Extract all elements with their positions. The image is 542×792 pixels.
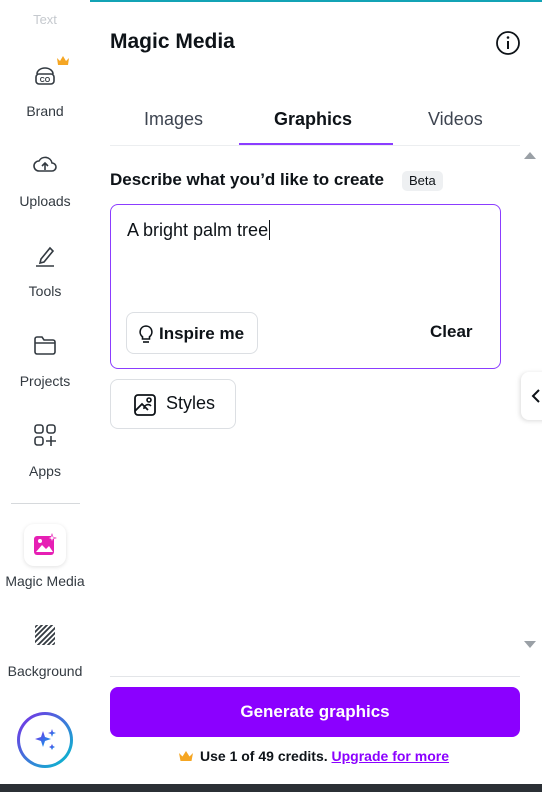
magic-media-icon bbox=[34, 533, 57, 555]
sidebar-item-magic-media-tile[interactable] bbox=[24, 524, 66, 566]
inspire-me-label: Inspire me bbox=[159, 324, 245, 343]
magic-assistant-button[interactable] bbox=[17, 712, 73, 768]
crown-icon bbox=[57, 56, 69, 65]
sidebar-item-magic-media[interactable]: Magic Media bbox=[0, 572, 90, 594]
prompt-value: A bright palm tree bbox=[127, 220, 269, 240]
beta-badge: Beta bbox=[402, 171, 443, 191]
chevron-left-icon bbox=[531, 389, 540, 403]
lightbulb-icon bbox=[139, 325, 153, 343]
sidebar-item-text-faded[interactable]: Text bbox=[0, 12, 90, 27]
sidebar-item-uploads[interactable]: Uploads bbox=[0, 150, 90, 214]
svg-text:CO: CO bbox=[40, 77, 51, 84]
footer-divider bbox=[110, 676, 520, 677]
left-sidebar: Text CO Brand Uploads Tools Projects App… bbox=[0, 0, 90, 784]
sidebar-item-label: Background bbox=[7, 663, 83, 679]
credits-line: Use 1 of 49 credits. Upgrade for more bbox=[178, 748, 449, 764]
panel-title: Magic Media bbox=[110, 30, 235, 53]
sidebar-item-label: Brand bbox=[26, 103, 64, 119]
sidebar-item-label: Apps bbox=[29, 463, 61, 479]
image-style-icon bbox=[134, 394, 156, 416]
background-pattern-icon bbox=[35, 625, 55, 645]
tabs-divider bbox=[110, 145, 520, 146]
apps-grid-icon bbox=[34, 424, 56, 446]
folder-icon bbox=[34, 336, 56, 355]
scroll-up-arrow[interactable] bbox=[524, 152, 536, 159]
sidebar-item-label: Magic Media bbox=[5, 573, 85, 589]
sidebar-item-apps[interactable]: Apps bbox=[0, 420, 90, 484]
bottom-bar bbox=[0, 784, 542, 792]
sidebar-item-label: Projects bbox=[19, 373, 71, 389]
describe-label: Describe what you’d like to create bbox=[110, 170, 384, 189]
sidebar-item-label: Tools bbox=[28, 283, 62, 299]
tab-images[interactable]: Images bbox=[144, 109, 203, 130]
tab-videos[interactable]: Videos bbox=[428, 109, 483, 130]
styles-label: Styles bbox=[166, 393, 216, 413]
active-tab-indicator bbox=[239, 143, 393, 145]
collapse-panel-button[interactable] bbox=[521, 372, 542, 420]
tab-graphics[interactable]: Graphics bbox=[274, 109, 352, 130]
sidebar-item-background[interactable]: Background bbox=[0, 620, 90, 684]
inspire-me-button[interactable]: Inspire me bbox=[126, 312, 258, 354]
sidebar-item-brand[interactable]: CO Brand bbox=[0, 56, 90, 120]
sidebar-item-tools[interactable]: Tools bbox=[0, 240, 90, 304]
scroll-down-arrow[interactable] bbox=[524, 641, 536, 648]
brand-kit-icon: CO bbox=[35, 67, 55, 85]
prompt-text-wrapper: A bright palm tree bbox=[127, 220, 271, 241]
pen-tool-icon bbox=[36, 246, 55, 267]
text-caret bbox=[269, 220, 271, 240]
sparkle-icon bbox=[35, 729, 56, 750]
crown-icon bbox=[179, 751, 193, 761]
credits-text: Use 1 of 49 credits. bbox=[200, 748, 328, 764]
upgrade-link[interactable]: Upgrade for more bbox=[332, 748, 449, 764]
prompt-textarea[interactable]: A bright palm tree Inspire me Clear bbox=[110, 204, 501, 369]
magic-assistant-inner bbox=[20, 715, 70, 765]
info-icon[interactable] bbox=[495, 30, 521, 56]
generate-graphics-button[interactable]: Generate graphics bbox=[110, 687, 520, 737]
sidebar-item-projects[interactable]: Projects bbox=[0, 330, 90, 394]
styles-button[interactable]: Styles bbox=[110, 379, 236, 429]
cloud-upload-icon bbox=[33, 156, 57, 172]
sidebar-item-label: Uploads bbox=[19, 193, 71, 209]
clear-button[interactable]: Clear bbox=[430, 322, 473, 342]
sidebar-divider bbox=[11, 503, 80, 504]
